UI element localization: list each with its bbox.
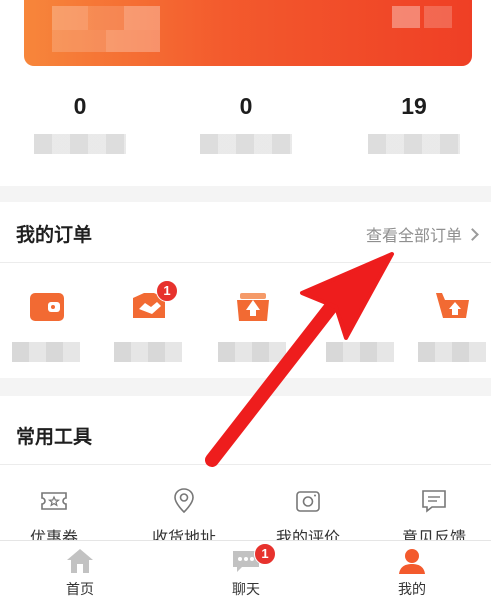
tool-item-coupon[interactable]: 优惠券: [4, 486, 104, 542]
blurred-stat-label: [200, 134, 292, 154]
blurred-text: [106, 30, 160, 52]
orders-section: 我的订单 查看全部订单 1: [0, 202, 491, 378]
blurred-stat-label: [368, 134, 460, 154]
cart-upload-icon: [436, 293, 469, 318]
stat-value: 19: [401, 93, 427, 119]
tools-section: 常用工具 优惠券 收货地址 我的评价 意见反馈: [0, 396, 491, 546]
order-status-item[interactable]: [322, 290, 402, 370]
blurred-order-label: [418, 342, 486, 362]
blurred-order-label: [12, 342, 80, 362]
home-icon: [67, 549, 93, 573]
view-all-orders-link[interactable]: 查看全部订单: [365, 222, 479, 246]
blurred-order-label: [218, 342, 286, 362]
order-badge: 1: [156, 280, 178, 302]
order-status-item[interactable]: [214, 290, 294, 370]
feedback-icon: [422, 490, 446, 513]
order-status-item[interactable]: 1: [110, 280, 190, 370]
tab-profile[interactable]: 我的: [372, 547, 452, 599]
camera-icon: [296, 491, 320, 512]
tab-label: 我的: [398, 581, 426, 597]
order-status-item[interactable]: [414, 290, 491, 370]
stat-item[interactable]: 19: [344, 92, 484, 154]
tab-label: 聊天: [232, 581, 260, 597]
tab-home[interactable]: 首页: [40, 547, 120, 599]
location-pin-icon: [174, 488, 194, 514]
tool-item-address[interactable]: 收货地址: [134, 486, 234, 542]
stat-item[interactable]: 0: [176, 92, 316, 154]
stat-item[interactable]: 0: [10, 92, 150, 154]
stats-row: 0 0 19: [0, 92, 491, 172]
blurred-order-label: [114, 342, 182, 362]
blurred-stat-label: [34, 134, 126, 154]
divider: [0, 262, 491, 263]
blurred-icon: [392, 6, 420, 28]
stat-value: 0: [73, 93, 87, 119]
order-status-item[interactable]: [8, 290, 88, 370]
box-upload-icon: [237, 293, 269, 321]
blurred-text: [124, 6, 160, 30]
wallet-icon: [30, 293, 64, 321]
user-banner[interactable]: [24, 0, 472, 66]
profile-icon: [399, 549, 425, 574]
orders-title: 我的订单: [16, 225, 93, 246]
blurred-icon: [424, 6, 452, 28]
tab-chat[interactable]: 1 聊天: [206, 543, 286, 599]
profile-header: 0 0 19: [0, 0, 491, 186]
divider: [0, 464, 491, 465]
view-all-label: 查看全部订单: [365, 228, 462, 245]
blurred-text: [88, 6, 124, 30]
chevron-right-icon: [466, 227, 479, 241]
tab-label: 首页: [66, 581, 94, 597]
tool-item-feedback[interactable]: 意见反馈: [384, 486, 484, 542]
chat-badge: 1: [254, 543, 276, 565]
blurred-avatar: [52, 6, 88, 30]
stat-value: 0: [239, 93, 253, 119]
bottom-tab-bar: 首页 1 聊天 我的: [0, 540, 491, 600]
coupon-icon: [41, 492, 67, 510]
blurred-text: [52, 30, 106, 52]
tool-item-reviews[interactable]: 我的评价: [258, 486, 358, 542]
blurred-order-label: [326, 342, 394, 362]
tools-title: 常用工具: [16, 427, 93, 448]
